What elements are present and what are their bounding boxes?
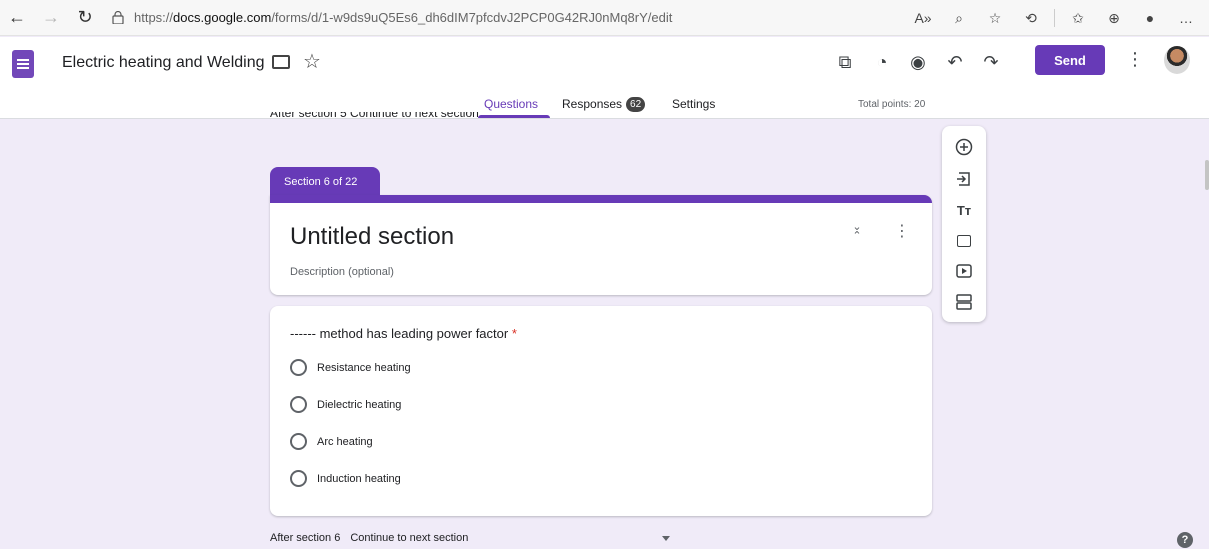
url-path: /forms/d/1-w9ds9uQ5Es6_dh6dIM7pfcdvJ2PCP… [271,10,673,25]
forms-header: Electric heating and Welding ☆ ⧉ ◔ ◉ ↶ ↷… [0,37,1209,119]
tab-responses-label: Responses [562,97,623,111]
favorite-add-icon[interactable]: ☆ [978,0,1012,36]
tab-responses[interactable]: Responses 62 [562,97,646,112]
question-title[interactable]: ------ method has leading power factor * [290,326,517,341]
preview-eye-icon[interactable]: ◉ [903,49,933,75]
addon-icon[interactable]: ⧉ [830,49,860,75]
read-aloud-icon[interactable]: A» [906,0,940,36]
more-icon[interactable]: … [1169,0,1203,36]
floating-toolbar: Tт [942,126,986,322]
question-text: ------ method has leading power factor [290,326,509,341]
document-title[interactable]: Electric heating and Welding [62,54,265,72]
address-bar[interactable]: https://docs.google.com/forms/d/1-w9ds9u… [112,10,672,25]
radio-button[interactable] [290,396,307,413]
section-title[interactable]: Untitled section [290,223,454,251]
radio-button[interactable] [290,433,307,450]
folder-icon[interactable] [272,55,290,69]
star-icon[interactable]: ☆ [303,49,321,74]
lock-icon [112,11,124,24]
more-options-icon[interactable]: ⋮ [1126,49,1144,70]
previous-section-nav-text: After section 5 Continue to next section [270,112,479,120]
section-more-options-icon[interactable]: ⋮ [894,221,910,241]
required-mark: * [511,326,517,341]
send-button[interactable]: Send [1035,45,1105,75]
after-section-label: After section 6 [270,532,341,544]
favorites-icon[interactable]: ✩ [1061,0,1095,36]
section-label: Section 6 of 22 [270,167,380,197]
add-title-icon[interactable]: Tт [954,200,974,220]
add-section-icon[interactable] [954,292,974,312]
forward-arrow-icon[interactable]: → [34,0,68,36]
total-points: Total points: 20 [858,99,926,110]
after-section-row[interactable]: After section 6 Continue to next section [270,532,478,544]
url-host: docs.google.com [173,10,272,25]
active-tab-indicator [478,115,550,118]
browser-toolbar: ← → ↻ https://docs.google.com/forms/d/1-… [0,0,1209,36]
dropdown-arrow-icon[interactable] [662,536,670,541]
collections-icon[interactable]: ⊕ [1097,0,1131,36]
radio-option[interactable]: Induction heating [290,470,401,487]
reload-icon[interactable]: ↻ [68,0,102,36]
zoom-icon[interactable]: ⌕ [942,0,976,36]
radio-button[interactable] [290,470,307,487]
add-image-icon[interactable] [954,231,974,251]
redo-icon[interactable]: ↷ [976,49,1006,75]
url-prefix: https:// [134,10,174,25]
tab-bar: Questions Responses 62 Settings [0,95,1209,119]
radio-button[interactable] [290,359,307,376]
add-question-icon[interactable] [954,137,974,157]
palette-icon[interactable]: ◔ [867,49,897,75]
avatar[interactable] [1164,46,1190,74]
option-label: Dielectric heating [317,398,402,411]
after-section-select[interactable]: Continue to next section [350,532,468,544]
section-header-card[interactable]: Untitled section Description (optional) … [270,195,932,295]
extensions-icon[interactable]: ⟲ [1014,0,1048,36]
option-label: Arc heating [317,435,373,448]
radio-option[interactable]: Dielectric heating [290,396,401,413]
option-label: Induction heating [317,472,401,485]
toolbar-divider [1054,9,1055,27]
section-description[interactable]: Description (optional) [290,266,394,278]
option-label: Resistance heating [317,361,411,374]
radio-option[interactable]: Arc heating [290,433,373,450]
radio-option[interactable]: Resistance heating [290,359,411,376]
add-video-icon[interactable] [954,261,974,281]
back-arrow-icon[interactable]: ← [0,0,34,36]
tab-settings[interactable]: Settings [672,97,715,111]
profile-icon[interactable]: ● [1133,0,1167,36]
scrollbar[interactable] [1205,160,1209,190]
undo-icon[interactable]: ↶ [940,49,970,75]
import-questions-icon[interactable] [954,169,974,189]
help-icon[interactable]: ? [1177,532,1193,548]
tab-questions[interactable]: Questions [484,97,538,111]
responses-count-badge: 62 [626,97,646,112]
forms-logo-icon[interactable] [12,50,34,78]
collapse-section-icon[interactable]: ⌄ ⌃ [850,222,864,242]
question-card[interactable]: ------ method has leading power factor *… [270,306,932,516]
